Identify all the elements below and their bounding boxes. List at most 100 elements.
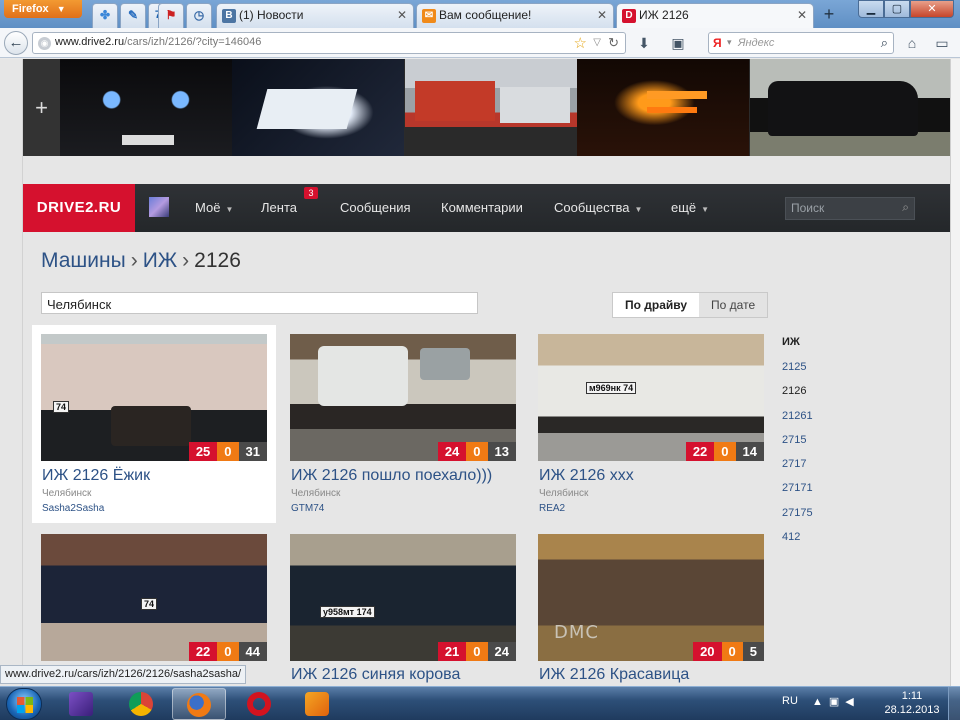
clock-time: 1:11 xyxy=(901,690,923,702)
car-owner-link[interactable]: GTM74 xyxy=(291,503,324,514)
search-icon[interactable]: ⌕ xyxy=(902,200,909,215)
site-logo[interactable]: DRIVE2.RU xyxy=(23,184,135,232)
nav-comments[interactable]: Комментарии xyxy=(441,184,523,232)
search-icon[interactable]: ⌕ xyxy=(881,35,888,51)
car-city: Челябинск xyxy=(42,488,92,499)
site-search-input[interactable]: Поиск ⌕ xyxy=(785,197,915,220)
model-link[interactable]: 412 xyxy=(782,531,813,555)
bookmarks-menu-icon[interactable]: ▣ xyxy=(668,33,688,53)
page-title: 2126 xyxy=(194,249,241,272)
new-tab-button[interactable]: + xyxy=(818,4,840,26)
tab-izh-2126[interactable]: D ИЖ 2126 ✕ xyxy=(616,3,814,28)
car-title-link[interactable]: ИЖ 2126 Красавица xyxy=(539,666,689,684)
minimize-button[interactable]: ▁ xyxy=(858,0,884,18)
visual-studio-icon xyxy=(69,692,93,716)
download-icon[interactable]: ⬇ xyxy=(634,33,654,53)
car-title-link[interactable]: ИЖ 2126 пошло поехало))) xyxy=(291,467,492,485)
car-card[interactable]: у958мт 174 21 0 24 ИЖ 2126 синяя корова xyxy=(281,525,525,685)
clock[interactable]: 1:11 28.12.2013 xyxy=(882,689,942,717)
address-bar[interactable]: ◉ www.drive2.ru/cars/izh/2126/?city=1460… xyxy=(32,32,626,54)
nav-feed[interactable]: Лента xyxy=(261,184,297,232)
nav-mine[interactable]: Моё ▼ xyxy=(195,184,233,232)
home-icon[interactable]: ⌂ xyxy=(902,33,922,53)
banner-car-photo[interactable] xyxy=(750,59,950,156)
network-icon[interactable]: ▣ xyxy=(829,696,845,708)
nav-messages[interactable]: Сообщения xyxy=(340,184,411,232)
car-title-link[interactable]: ИЖ 2126 синяя корова xyxy=(291,666,460,684)
model-link[interactable]: 27171 xyxy=(782,482,813,506)
pinned-tab-clock[interactable]: ◷ xyxy=(186,3,212,28)
banner-car-photo[interactable] xyxy=(577,59,749,156)
model-link[interactable]: 27175 xyxy=(782,507,813,531)
car-stats: 22 0 14 xyxy=(685,442,764,461)
tab-news[interactable]: В (1) Новости ✕ xyxy=(216,3,414,28)
license-plate: м969нк 74 xyxy=(586,382,637,394)
chevron-down-icon[interactable]: ▽ xyxy=(593,37,601,48)
license-plate: у958мт 174 xyxy=(320,606,375,618)
car-card[interactable]: 74 22 0 44 xyxy=(32,525,276,685)
breadcrumb: Машины › ИЖ › 2126 xyxy=(41,249,241,273)
window-tabs-icon[interactable]: ▭ xyxy=(932,33,952,53)
chevron-down-icon[interactable]: ▾ xyxy=(727,37,732,48)
car-title-link[interactable]: ИЖ 2126 Ёжик xyxy=(42,467,150,485)
car-card[interactable]: DMC 20 0 5 ИЖ 2126 Красавица xyxy=(529,525,773,685)
nav-more[interactable]: ещё ▼ xyxy=(671,184,709,232)
model-link[interactable]: 2717 xyxy=(782,458,813,482)
taskbar-qip[interactable] xyxy=(290,688,344,720)
banner-car-photo[interactable] xyxy=(405,59,577,156)
breadcrumb-brand[interactable]: ИЖ xyxy=(143,249,177,272)
sort-by-drive-button[interactable]: По драйву xyxy=(613,293,700,317)
likes-count: 22 xyxy=(188,642,218,661)
taskbar-visual-studio[interactable] xyxy=(54,688,108,720)
model-link[interactable]: 21261 xyxy=(782,410,813,434)
city-filter-input[interactable] xyxy=(41,292,478,314)
model-link[interactable]: 2715 xyxy=(782,434,813,458)
site-search-placeholder: Поиск xyxy=(791,201,825,215)
car-owner-link[interactable]: Sasha2Sasha xyxy=(42,503,104,514)
chrome-icon xyxy=(129,692,153,716)
close-icon[interactable]: ✕ xyxy=(797,4,807,27)
pinned-tab-google[interactable]: ✤ xyxy=(92,3,118,28)
model-link[interactable]: 2125 xyxy=(782,361,813,385)
car-card[interactable]: 24 0 13 ИЖ 2126 пошло поехало))) Челябин… xyxy=(281,325,525,523)
back-button[interactable]: ← xyxy=(4,31,28,55)
taskbar-chrome[interactable] xyxy=(114,688,168,720)
add-photo-button[interactable]: + xyxy=(23,59,60,156)
car-photo-banner: + xyxy=(23,59,950,156)
start-button[interactable] xyxy=(6,688,42,720)
volume-icon[interactable]: ◀ xyxy=(845,696,859,708)
car-title-link[interactable]: ИЖ 2126 xxx xyxy=(539,467,634,485)
firefox-menu-button[interactable]: Firefox ▼ xyxy=(4,0,82,18)
taskbar-opera[interactable] xyxy=(232,688,286,720)
scrollbar[interactable] xyxy=(950,59,960,686)
bookmark-star-icon[interactable]: ☆ xyxy=(574,34,587,52)
taskbar-firefox[interactable] xyxy=(172,688,226,720)
pinned-tab-vk[interactable]: ✎ xyxy=(120,3,146,28)
sort-by-date-button[interactable]: По дате xyxy=(699,293,768,317)
windows-taskbar: RU ▲▣◀ 1:11 28.12.2013 xyxy=(0,686,960,720)
close-icon[interactable]: ✕ xyxy=(597,4,607,27)
car-owner-link[interactable]: REA2 xyxy=(539,503,565,514)
photos-count: 5 xyxy=(742,642,764,661)
close-icon[interactable]: ✕ xyxy=(397,4,407,27)
close-window-button[interactable]: ✕ xyxy=(910,0,954,18)
clock-icon: ◷ xyxy=(193,8,205,22)
avatar[interactable] xyxy=(149,197,169,217)
yandex-search-box[interactable]: Я ▾ Яндекс ⌕ xyxy=(708,32,894,54)
tray-expand-icon[interactable]: ▲ xyxy=(812,696,829,708)
tab-message[interactable]: ✉ Вам сообщение! ✕ xyxy=(416,3,614,28)
language-indicator[interactable]: RU xyxy=(782,695,798,707)
car-card[interactable]: м969нк 74 22 0 14 ИЖ 2126 xxx Челябинск … xyxy=(529,325,773,523)
feed-count-badge: 3 xyxy=(304,187,318,199)
maximize-button[interactable]: ▢ xyxy=(884,0,910,18)
show-desktop-button[interactable] xyxy=(948,687,960,720)
pinned-tab-flag[interactable]: ⚑ xyxy=(158,3,184,28)
breadcrumb-cars[interactable]: Машины xyxy=(41,249,126,272)
google-icon: ✤ xyxy=(99,8,111,22)
banner-car-photo[interactable] xyxy=(232,59,404,156)
nav-communities-label: Сообщества xyxy=(554,200,630,215)
reload-icon[interactable]: ↻ xyxy=(608,35,619,51)
nav-communities[interactable]: Сообщества ▼ xyxy=(554,184,642,232)
banner-car-photo[interactable] xyxy=(60,59,232,156)
car-card[interactable]: 74 25 0 31 ИЖ 2126 Ёжик Челябинск Sasha2… xyxy=(32,325,276,523)
